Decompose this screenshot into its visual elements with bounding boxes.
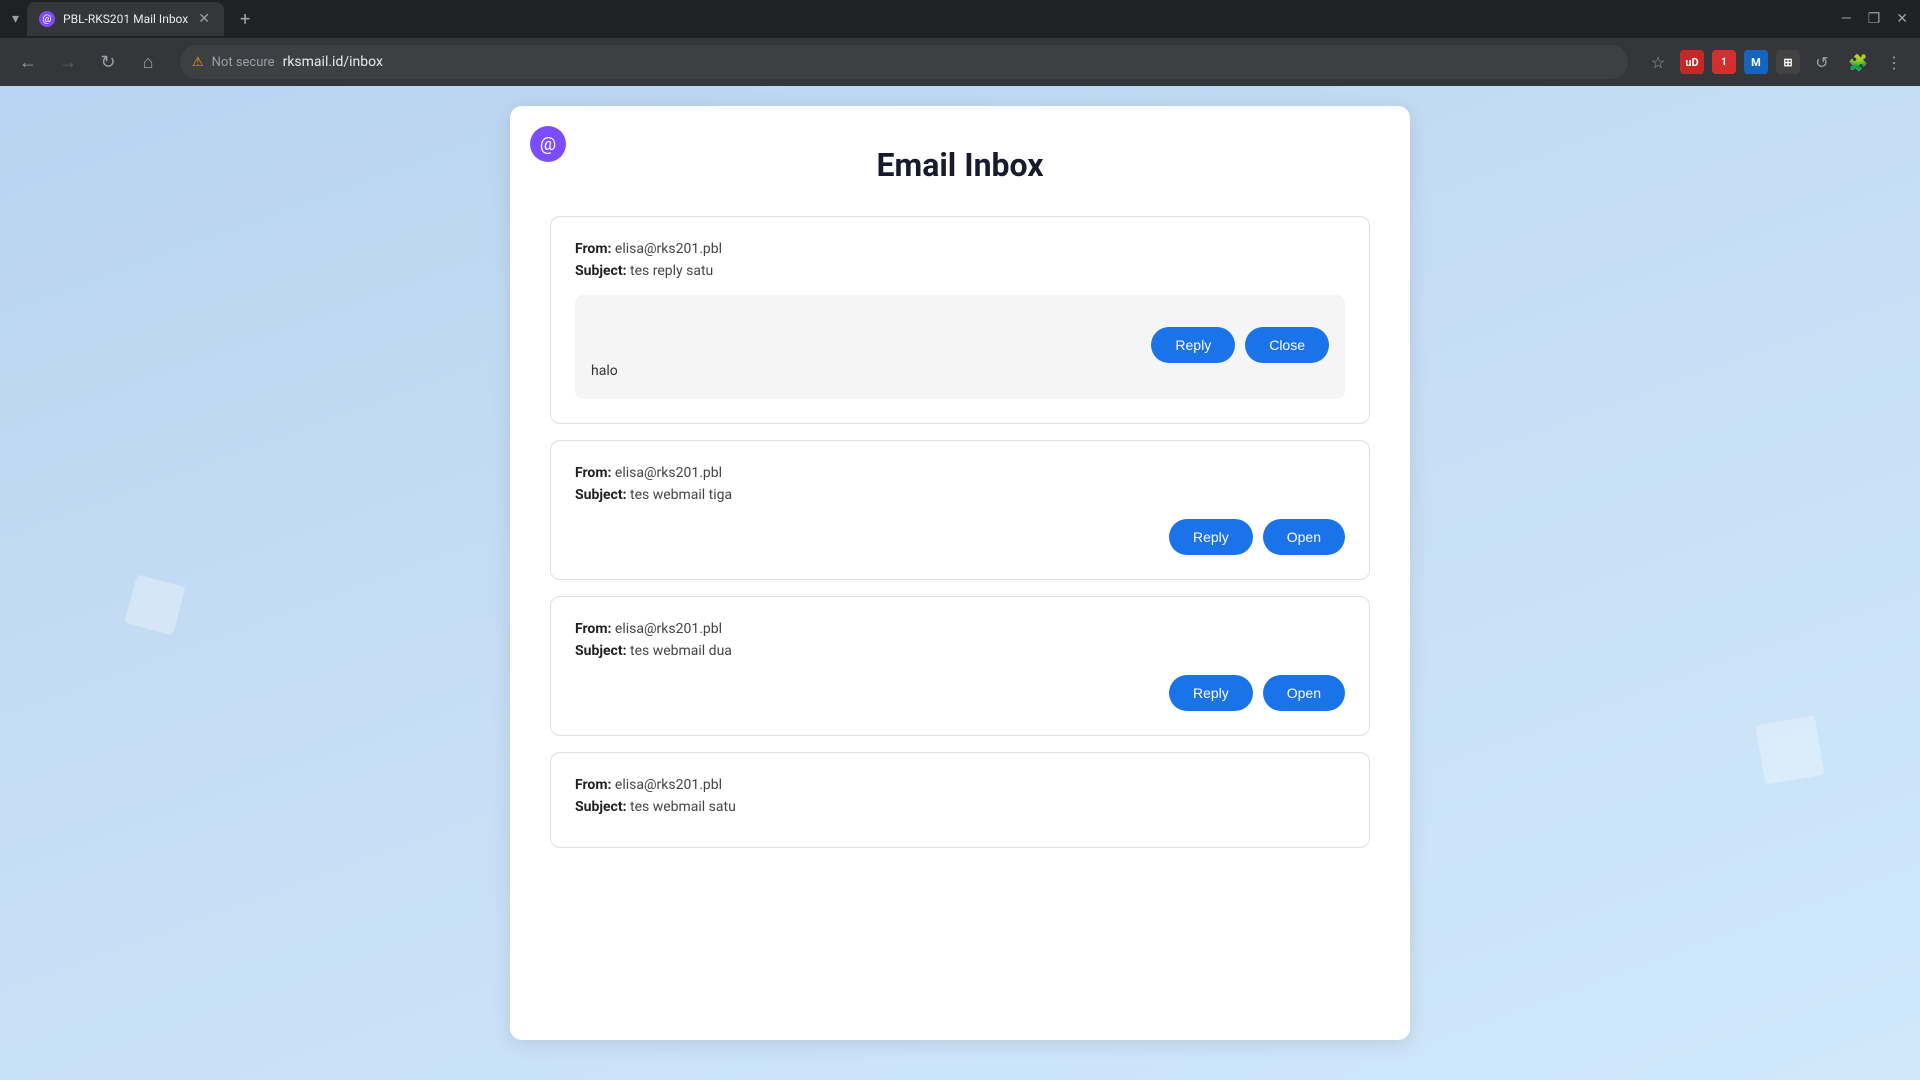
email-subject-2: Subject: tes webmail tiga <box>575 487 1345 503</box>
subject-value-3: tes webmail dua <box>630 643 732 659</box>
deco-shape-left <box>124 574 185 635</box>
ublock-icon[interactable]: uD <box>1680 50 1704 74</box>
email-actions-2: Reply Open <box>575 519 1345 555</box>
email-body-area-1: Reply Close halo <box>575 295 1345 399</box>
email-from-3: From: elisa@rks201.pbl <box>575 621 1345 637</box>
subject-label-1: Subject: <box>575 263 627 279</box>
email-card-4: From: elisa@rks201.pbl Subject: tes webm… <box>550 752 1370 848</box>
email-card-3: From: elisa@rks201.pbl Subject: tes webm… <box>550 596 1370 736</box>
ext-blue-icon[interactable]: M <box>1744 50 1768 74</box>
email-from-2: From: elisa@rks201.pbl <box>575 465 1345 481</box>
home-button[interactable]: ⌂ <box>132 46 164 78</box>
email-from-1: From: elisa@rks201.pbl <box>575 241 1345 257</box>
email-actions-3: Reply Open <box>575 675 1345 711</box>
ext-red-icon[interactable]: 1 <box>1712 50 1736 74</box>
forward-button[interactable]: → <box>52 46 84 78</box>
from-label-2: From: <box>575 465 611 481</box>
extension-icon[interactable]: 🧩 <box>1844 48 1872 76</box>
tab-dropdown-icon[interactable]: ▾ <box>12 11 19 27</box>
browser-tab-active[interactable]: @ PBL-RKS201 Mail Inbox ✕ <box>27 2 224 36</box>
address-bar[interactable]: ⚠ Not secure rksmail.id/inbox <box>180 45 1628 79</box>
deco-shape-right <box>1755 715 1825 785</box>
subject-value-1: tes reply satu <box>630 263 713 279</box>
from-value-1: elisa@rks201.pbl <box>615 241 722 257</box>
subject-value-2: tes webmail tiga <box>630 487 732 503</box>
close-button[interactable]: ✕ <box>1896 11 1908 27</box>
app-logo: @ <box>530 126 566 162</box>
reply-button-3[interactable]: Reply <box>1169 675 1253 711</box>
email-card-2: From: elisa@rks201.pbl Subject: tes webm… <box>550 440 1370 580</box>
email-body-text-1: halo <box>591 363 1329 379</box>
email-card-1: From: elisa@rks201.pbl Subject: tes repl… <box>550 216 1370 424</box>
security-warning-icon: ⚠ <box>192 55 204 70</box>
window-controls: — ❐ ✕ <box>1841 11 1908 27</box>
browser-titlebar: ▾ @ PBL-RKS201 Mail Inbox ✕ + — ❐ ✕ <box>0 0 1920 38</box>
bookmark-icon[interactable]: ☆ <box>1644 48 1672 76</box>
email-container: @ Email Inbox From: elisa@rks201.pbl Sub… <box>510 106 1410 1040</box>
tab-title: PBL-RKS201 Mail Inbox <box>63 12 188 26</box>
from-value-3: elisa@rks201.pbl <box>615 621 722 637</box>
email-subject-1: Subject: tes reply satu <box>575 263 1345 279</box>
tab-close-icon[interactable]: ✕ <box>196 9 212 29</box>
from-label-3: From: <box>575 621 611 637</box>
ext-game-icon[interactable]: ⊞ <box>1776 50 1800 74</box>
open-button-3[interactable]: Open <box>1263 675 1345 711</box>
from-value-4: elisa@rks201.pbl <box>615 777 722 793</box>
email-subject-4: Subject: tes webmail satu <box>575 799 1345 815</box>
subject-label-3: Subject: <box>575 643 627 659</box>
page-content: @ Email Inbox From: elisa@rks201.pbl Sub… <box>0 86 1920 1080</box>
subject-label-2: Subject: <box>575 487 627 503</box>
back-button[interactable]: ← <box>12 46 44 78</box>
reload-button[interactable]: ↻ <box>92 46 124 78</box>
toolbar-right: ☆ uD 1 M ⊞ ↺ 🧩 ⋮ <box>1644 48 1908 76</box>
restore-button[interactable]: ❐ <box>1868 11 1881 27</box>
new-tab-button[interactable]: + <box>240 9 250 30</box>
email-from-4: From: elisa@rks201.pbl <box>575 777 1345 793</box>
open-button-2[interactable]: Open <box>1263 519 1345 555</box>
subject-label-4: Subject: <box>575 799 627 815</box>
tab-favicon: @ <box>39 11 55 27</box>
close-button-1[interactable]: Close <box>1245 327 1329 363</box>
email-subject-3: Subject: tes webmail dua <box>575 643 1345 659</box>
url-display: rksmail.id/inbox <box>283 54 383 70</box>
from-value-2: elisa@rks201.pbl <box>615 465 722 481</box>
reply-button-1[interactable]: Reply <box>1151 327 1235 363</box>
page-title: Email Inbox <box>550 146 1370 184</box>
menu-icon[interactable]: ⋮ <box>1880 48 1908 76</box>
subject-value-4: tes webmail satu <box>630 799 736 815</box>
refresh-icon[interactable]: ↺ <box>1808 48 1836 76</box>
minimize-button[interactable]: — <box>1841 11 1852 27</box>
reply-button-2[interactable]: Reply <box>1169 519 1253 555</box>
browser-toolbar: ← → ↻ ⌂ ⚠ Not secure rksmail.id/inbox ☆ … <box>0 38 1920 86</box>
security-label: Not secure <box>212 55 275 70</box>
from-label-1: From: <box>575 241 611 257</box>
from-label-4: From: <box>575 777 611 793</box>
email-actions-1: Reply Close <box>591 327 1329 363</box>
